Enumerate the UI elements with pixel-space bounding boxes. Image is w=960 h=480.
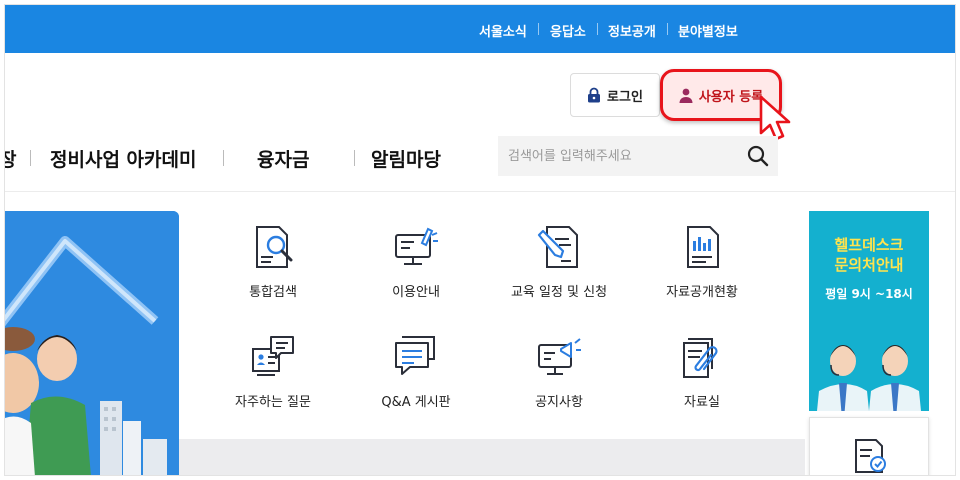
quick-menu-label: Q&A 게시판 [381, 395, 451, 410]
quick-menu-label: 교육 일정 및 신청 [510, 285, 608, 300]
search-button[interactable] [746, 144, 770, 168]
quick-menu-usage-guide[interactable]: 이용안내 [356, 223, 476, 313]
faq-board-icon [252, 336, 294, 376]
helpdesk-document-card[interactable] [809, 417, 929, 475]
checklist-document-icon [855, 439, 886, 473]
paperclip-document-icon [683, 338, 718, 378]
content-background-strip [179, 439, 805, 475]
helpdesk-title: 헬프데스크 문의처안내 [809, 235, 929, 275]
login-label: 로그인 [607, 89, 643, 105]
topbar-separator [597, 23, 598, 35]
quick-menu-qna-board[interactable]: Q&A 게시판 [356, 333, 476, 423]
chart-document-icon [687, 226, 719, 268]
gnb-separator [30, 150, 31, 166]
gnb-separator [223, 150, 224, 166]
quick-menu-label: 공지사항 [535, 395, 583, 410]
monitor-guide-icon [395, 227, 438, 265]
quick-menu-faq[interactable]: 자주하는 질문 [213, 333, 333, 423]
quick-menu-label: 통합검색 [249, 285, 297, 300]
quick-menu-integrated-search[interactable]: 통합검색 [213, 223, 333, 313]
search-icon [747, 145, 769, 167]
family-house-illustration [5, 211, 179, 475]
topbar-separator [667, 23, 668, 35]
user-icon [679, 88, 693, 103]
search-box [498, 136, 778, 176]
chat-bubbles-icon [395, 336, 435, 375]
login-button[interactable]: 로그인 [570, 73, 660, 117]
gnb-item-academy[interactable]: 정비사업 아카데미 [50, 145, 196, 172]
topbar-link-info-disclosure[interactable]: 정보공개 [608, 21, 656, 40]
register-user-label: 사용자 등록 [698, 89, 764, 105]
helpdesk-banner[interactable]: 헬프데스크 문의처안내 평일 9시 ~18시 [809, 211, 929, 411]
gnb-item-notice[interactable]: 알림마당 [371, 145, 441, 172]
topbar-link-seoul-news[interactable]: 서울소식 [479, 21, 527, 40]
pen-document-icon [537, 226, 578, 268]
topbar-link-field-info[interactable]: 분야별정보 [678, 21, 738, 40]
quick-menu-disclosure-status[interactable]: 자료공개현황 [642, 223, 762, 313]
helpdesk-hours: 평일 9시 ~18시 [825, 287, 913, 301]
search-input[interactable] [508, 136, 734, 176]
megaphone-monitor-icon [538, 338, 581, 375]
main-banner-image[interactable] [5, 211, 179, 475]
gnb-item-loan[interactable]: 융자금 [257, 145, 309, 172]
quick-menu-notices[interactable]: 공지사항 [499, 333, 619, 423]
quick-menu-label: 자주하는 질문 [235, 395, 311, 410]
quick-menu-label: 이용안내 [392, 285, 440, 300]
helpdesk-title-line2: 문의처안내 [834, 256, 904, 274]
document-search-icon [256, 226, 293, 268]
quick-menu-label: 자료공개현황 [666, 285, 738, 300]
topbar-link-eungdapso[interactable]: 응답소 [550, 21, 586, 40]
lock-icon [588, 87, 601, 103]
topbar-separator [538, 23, 539, 35]
page-frame: 서울소식 응답소 정보공개 분야별정보 로그인 사용자 등록 장 정비사업 아카… [4, 4, 956, 476]
helpdesk-title-line1: 헬프데스크 [834, 236, 904, 254]
quick-menu-archive[interactable]: 자료실 [642, 333, 762, 423]
gnb-divider [5, 191, 955, 192]
gnb-item-partial[interactable]: 장 [5, 145, 16, 172]
gnb-separator [354, 150, 355, 166]
quick-menu-label: 자료실 [684, 395, 720, 410]
helpdesk-staff-illustration [817, 345, 921, 411]
top-utility-bar: 서울소식 응답소 정보공개 분야별정보 [5, 5, 955, 53]
quick-menu-education-schedule[interactable]: 교육 일정 및 신청 [499, 223, 619, 313]
